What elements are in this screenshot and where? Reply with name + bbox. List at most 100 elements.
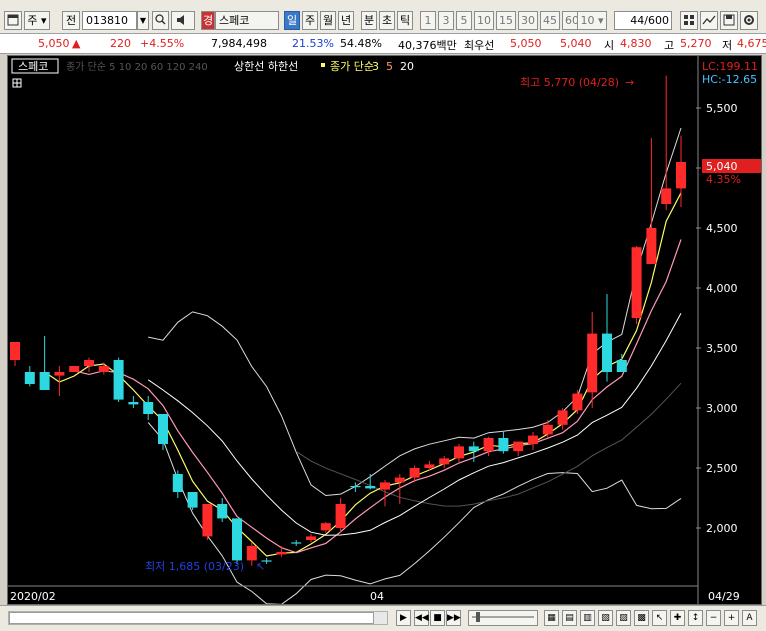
- font-size-icon[interactable]: A: [742, 610, 757, 626]
- stop-icon[interactable]: ■: [430, 610, 445, 626]
- period-tab-tick[interactable]: 틱: [397, 11, 413, 30]
- name-badge: 경: [201, 11, 215, 30]
- legend-ma2-marker: [321, 63, 325, 67]
- layout-2-icon[interactable]: ▤: [562, 610, 577, 626]
- candle-body: [616, 360, 627, 372]
- trade-amount: 40,376백만: [398, 39, 457, 52]
- interval-15[interactable]: 15: [496, 11, 516, 30]
- legend-ma: 종가 단순 5 10 20 60 120 240: [66, 61, 208, 73]
- zoom-in-icon[interactable]: ↕: [688, 610, 703, 626]
- interval-3[interactable]: 3: [438, 11, 454, 30]
- legend-ma2-period-20: 20: [400, 60, 414, 73]
- candlestick-chart[interactable]: 2,0002,5003,0003,5004,0004,5005,0005,500…: [7, 55, 762, 605]
- interval-45[interactable]: 45: [540, 11, 560, 30]
- zoom-slider-graphic: [472, 612, 534, 622]
- code-dropdown-icon[interactable]: ▼: [137, 11, 149, 30]
- window-icon[interactable]: [4, 11, 22, 30]
- period-tab-month[interactable]: 월: [320, 11, 336, 30]
- count-value: 44: [630, 14, 645, 27]
- candle-body: [468, 446, 479, 452]
- y-tick-label: 2,000: [706, 522, 738, 535]
- high-label: 고: [664, 39, 675, 52]
- code-input[interactable]: 013810: [82, 11, 137, 30]
- candle-body: [202, 504, 213, 537]
- candle-body: [542, 424, 553, 435]
- legend-ma2-period-3: 3: [372, 60, 379, 73]
- legend-title: 스페코: [18, 60, 48, 73]
- period-tab-week[interactable]: 주: [302, 11, 318, 30]
- change-arrow: ▲: [72, 37, 81, 50]
- step-forward-icon[interactable]: ▶▶: [446, 610, 461, 626]
- gear-icon[interactable]: [740, 11, 758, 30]
- candle-body: [424, 464, 435, 468]
- legend-ma2-period-5: 5: [386, 60, 393, 73]
- interval-30[interactable]: 30: [518, 11, 538, 30]
- market-select[interactable]: 주 ▾: [24, 11, 50, 30]
- plus-icon[interactable]: +: [724, 610, 739, 626]
- candle-body: [10, 342, 20, 360]
- candle-body: [646, 228, 657, 264]
- price-info-row: 5,050 ▲ 220 +4.55% 7,984,498 21.53% 54.4…: [0, 34, 766, 54]
- market-label: 주: [27, 14, 38, 27]
- candle-body: [128, 402, 139, 405]
- best-bid: 5,040: [560, 37, 592, 50]
- grid-icon[interactable]: [680, 11, 698, 30]
- y-tick-label: 3,500: [706, 342, 738, 355]
- count-total: /600: [644, 14, 669, 27]
- candle-body: [350, 486, 361, 488]
- low-price: 4,675: [737, 37, 766, 50]
- legend-band: 상한선 하한선: [234, 59, 298, 73]
- zoom-out-icon[interactable]: −: [706, 610, 721, 626]
- time-scrollbar[interactable]: [8, 611, 388, 625]
- candle-body: [394, 477, 405, 483]
- layout-4-icon[interactable]: ▧: [598, 610, 613, 626]
- interval-1[interactable]: 1: [420, 11, 436, 30]
- open-price: 4,830: [620, 37, 652, 50]
- candle-body: [24, 372, 35, 384]
- trend-icon[interactable]: [700, 11, 718, 30]
- min-arrow-icon: ↖: [256, 560, 265, 573]
- save-icon[interactable]: [720, 11, 738, 30]
- candle-body: [39, 372, 50, 390]
- cursor-icon[interactable]: ↖: [652, 610, 667, 626]
- scrollbar-thumb[interactable]: [9, 612, 374, 624]
- candle-body: [513, 441, 524, 452]
- period-tab-minute[interactable]: 분: [361, 11, 377, 30]
- speaker-icon[interactable]: [171, 11, 195, 30]
- legend-ma2: 종가 단순: [330, 60, 374, 73]
- step-back-icon[interactable]: ◀◀: [414, 610, 429, 626]
- jeon-button[interactable]: 전: [62, 11, 80, 30]
- count-input[interactable]: 44/600: [614, 11, 672, 30]
- interval-select[interactable]: 10 ▾: [577, 11, 607, 30]
- candle-body: [365, 486, 376, 489]
- interval-select-value: 10: [580, 14, 595, 27]
- cross-icon[interactable]: ✚: [670, 610, 685, 626]
- search-icon[interactable]: [152, 11, 169, 30]
- y-tick-label: 2,500: [706, 462, 738, 475]
- candle-body: [172, 474, 183, 492]
- y-tick-label: 4,500: [706, 222, 738, 235]
- candle-body: [217, 504, 228, 519]
- layout-6-icon[interactable]: ▩: [634, 610, 649, 626]
- layout-5-icon[interactable]: ▨: [616, 610, 631, 626]
- zoom-slider[interactable]: [468, 610, 538, 626]
- period-tab-second[interactable]: 초: [379, 11, 395, 30]
- scroll-right-icon[interactable]: ▶: [396, 610, 411, 626]
- price-change-pct: +4.55%: [140, 37, 185, 50]
- interval-5[interactable]: 5: [456, 11, 472, 30]
- candle-body: [187, 492, 198, 508]
- candle-body: [84, 360, 94, 366]
- layout-1-icon[interactable]: ▦: [544, 610, 559, 626]
- period-tab-day[interactable]: 일: [284, 11, 300, 30]
- period-tab-year[interactable]: 년: [338, 11, 354, 30]
- date-label-mid: 04: [370, 590, 384, 603]
- interval-10[interactable]: 10: [474, 11, 494, 30]
- candle-body: [98, 366, 109, 372]
- candle-body: [602, 333, 612, 372]
- candle-body: [439, 458, 450, 465]
- legend-grid-icon[interactable]: [12, 78, 22, 88]
- candle-body: [631, 247, 642, 318]
- layout-3-icon[interactable]: ▥: [580, 610, 595, 626]
- price-change: 220: [110, 37, 131, 50]
- candle-body: [69, 366, 80, 372]
